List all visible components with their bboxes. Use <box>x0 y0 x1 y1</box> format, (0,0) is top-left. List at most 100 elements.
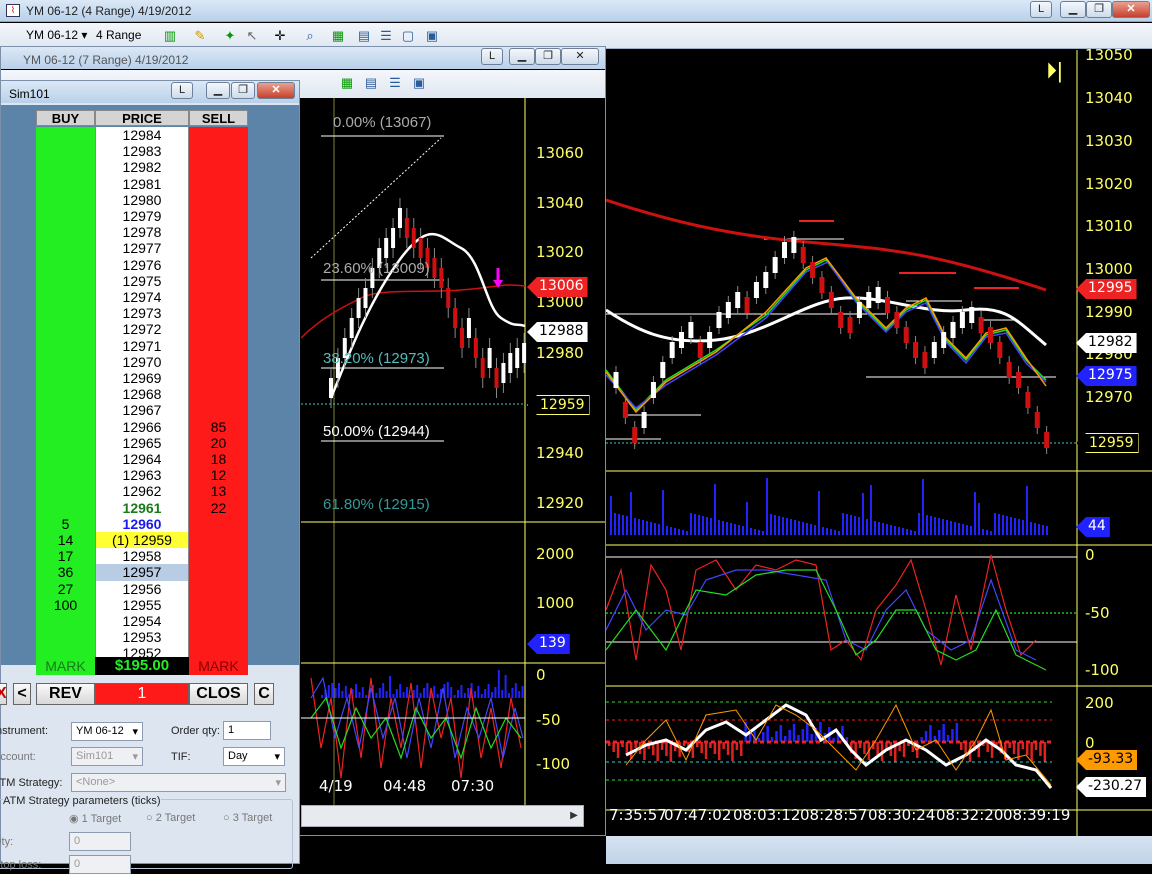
buy-cell[interactable] <box>36 499 95 516</box>
buy-cell[interactable] <box>36 143 95 160</box>
sell-cell[interactable]: 85 <box>189 418 248 435</box>
close-button[interactable]: ✕ <box>1112 1 1150 18</box>
price-cell[interactable]: 12966 <box>95 418 189 435</box>
price-cell[interactable]: 12974 <box>95 289 189 306</box>
auto-scroll-icon[interactable]: ⏵| <box>1046 58 1063 84</box>
buy-cell[interactable] <box>36 321 95 338</box>
close-button[interactable]: ✕ <box>257 82 295 99</box>
sell-cell[interactable] <box>189 159 248 176</box>
target-2-radio[interactable]: ○ 2 Target <box>146 812 195 824</box>
close-button[interactable]: ✕ <box>561 48 599 65</box>
buy-cell[interactable]: 27 <box>36 580 95 597</box>
properties-icon[interactable]: ☰ <box>378 28 394 44</box>
buy-cell[interactable] <box>36 483 95 500</box>
price-cell[interactable]: 12980 <box>95 191 189 208</box>
buy-cell[interactable] <box>36 127 95 144</box>
templates-icon[interactable]: ▣ <box>411 75 427 91</box>
account-field[interactable]: Sim101 ▾ <box>71 747 143 766</box>
buy-cell[interactable] <box>36 386 95 403</box>
price-cell[interactable]: 12978 <box>95 224 189 241</box>
buy-cell[interactable] <box>36 272 95 289</box>
price-cell[interactable]: 12953 <box>95 629 189 646</box>
atm-strategy-field[interactable]: <None> ▾ <box>71 773 286 792</box>
indicators-icon[interactable]: ▦ <box>339 75 355 91</box>
price-cell[interactable]: 12964 <box>95 451 189 468</box>
pointer-icon[interactable]: ↖ <box>244 28 260 44</box>
sell-cell[interactable]: 22 <box>189 499 248 516</box>
sell-cell[interactable] <box>189 321 248 338</box>
sell-cell[interactable] <box>189 515 248 532</box>
close-x-button[interactable]: X <box>0 683 7 705</box>
sell-cell[interactable] <box>189 272 248 289</box>
link-button[interactable]: L <box>481 48 503 65</box>
minimize-button[interactable]: ▁ <box>1060 1 1086 18</box>
sell-cell[interactable] <box>189 224 248 241</box>
zoom-icon[interactable]: ⌕ <box>302 28 318 44</box>
mark-right[interactable]: MARK <box>189 657 248 675</box>
buy-cell[interactable] <box>36 159 95 176</box>
buy-cell[interactable] <box>36 451 95 468</box>
pencil-icon[interactable]: ✎ <box>192 28 208 44</box>
sell-cell[interactable] <box>189 386 248 403</box>
buy-cell[interactable] <box>36 337 95 354</box>
templates-icon[interactable]: ▣ <box>424 28 440 44</box>
price-cell[interactable]: 12983 <box>95 143 189 160</box>
buy-cell[interactable] <box>36 613 95 630</box>
strategies-icon[interactable]: ▤ <box>356 28 372 44</box>
buy-cell[interactable] <box>36 208 95 225</box>
sell-cell[interactable] <box>189 548 248 565</box>
sell-cell[interactable] <box>189 337 248 354</box>
price-cell[interactable]: 12958 <box>95 548 189 565</box>
sell-cell[interactable] <box>189 289 248 306</box>
price-cell[interactable]: 12962 <box>95 483 189 500</box>
minimize-button[interactable]: ▁ <box>206 82 230 99</box>
target-3-radio[interactable]: ○ 3 Target <box>223 812 272 824</box>
strategies-icon[interactable]: ▤ <box>363 75 379 91</box>
buy-cell[interactable] <box>36 224 95 241</box>
buy-cell[interactable] <box>36 629 95 646</box>
price-cell[interactable]: 12961 <box>95 499 189 516</box>
cancel-orders-button[interactable]: C <box>254 683 274 705</box>
sell-cell[interactable] <box>189 191 248 208</box>
buy-cell[interactable]: 100 <box>36 596 95 613</box>
sell-cell[interactable] <box>189 564 248 581</box>
price-cell[interactable]: (1) 12959 <box>95 532 189 549</box>
maximize-button[interactable]: ❐ <box>535 48 561 65</box>
main-price-chart[interactable] <box>606 50 1152 864</box>
sell-cell[interactable] <box>189 532 248 549</box>
sell-cell[interactable] <box>189 596 248 613</box>
price-cell[interactable]: 12967 <box>95 402 189 419</box>
sell-cell[interactable]: 18 <box>189 451 248 468</box>
magic-wand-icon[interactable]: ✦ <box>222 28 238 44</box>
period-selector[interactable]: 4 Range ▾ <box>92 27 154 56</box>
maximize-button[interactable]: ❐ <box>231 82 255 99</box>
buy-cell[interactable] <box>36 289 95 306</box>
sell-cell[interactable]: 20 <box>189 434 248 451</box>
maximize-button[interactable]: ❐ <box>1086 1 1112 18</box>
buy-cell[interactable]: 36 <box>36 564 95 581</box>
buy-cell[interactable] <box>36 191 95 208</box>
price-cell[interactable]: 12965 <box>95 434 189 451</box>
close-position-button[interactable]: CLOS <box>189 683 248 705</box>
sell-cell[interactable] <box>189 613 248 630</box>
properties-icon[interactable]: ☰ <box>387 75 403 91</box>
sell-cell[interactable] <box>189 305 248 322</box>
price-cell[interactable]: 12971 <box>95 337 189 354</box>
buy-cell[interactable] <box>36 305 95 322</box>
sell-cell[interactable] <box>189 402 248 419</box>
sell-cell[interactable]: 12 <box>189 467 248 484</box>
sell-cell[interactable] <box>189 256 248 273</box>
price-cell[interactable]: 12968 <box>95 386 189 403</box>
instrument-field[interactable]: YM 06-12 ▾ <box>71 722 143 741</box>
stop-loss-field[interactable]: 0 <box>69 855 131 874</box>
price-cell[interactable]: 12972 <box>95 321 189 338</box>
buy-cell[interactable]: 5 <box>36 515 95 532</box>
tif-field[interactable]: Day ▾ <box>223 747 285 766</box>
scroll-right-arrow[interactable]: ▶ <box>565 807 583 825</box>
price-cell[interactable]: 12957 <box>95 564 189 581</box>
sell-cell[interactable] <box>189 127 248 144</box>
sell-cell[interactable] <box>189 240 248 257</box>
sell-cell[interactable]: 13 <box>189 483 248 500</box>
price-cell[interactable]: 12977 <box>95 240 189 257</box>
price-cell[interactable]: 12956 <box>95 580 189 597</box>
